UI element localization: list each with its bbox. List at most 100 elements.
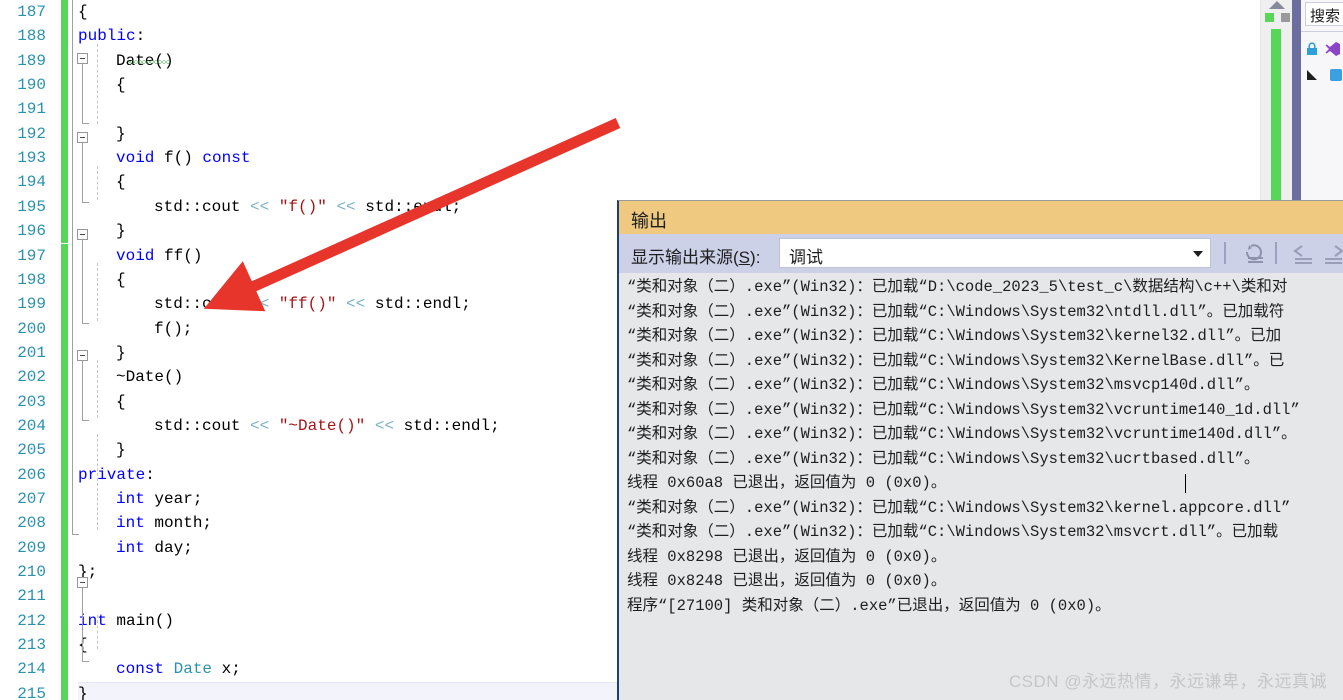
code-token: { — [78, 3, 88, 21]
output-toolbar[interactable]: 显示输出来源(S): 调试 — [619, 234, 1343, 273]
code-token: const — [202, 149, 251, 168]
indent-guide — [97, 166, 98, 200]
info-icon — [1330, 68, 1343, 81]
output-source-label-colon: : — [755, 248, 761, 267]
line-number: 213 — [17, 636, 46, 655]
code-line[interactable]: 194 { — [0, 170, 1260, 195]
change-bar — [61, 340, 68, 366]
indent-guide — [97, 44, 98, 124]
collapse-box-202[interactable] — [77, 350, 88, 361]
code-line[interactable]: 188 public: — [0, 24, 1260, 49]
code-token: : — [145, 465, 155, 484]
output-text-area[interactable]: “类和对象（二）.exe”(Win32)：已加载“D:\code_2023_5\… — [619, 273, 1343, 700]
code-text: int month; — [116, 511, 212, 535]
collapse-box-197[interactable] — [77, 229, 88, 240]
code-line[interactable]: 193 void f() const — [0, 146, 1260, 171]
solution-explorer-row[interactable] — [1305, 66, 1343, 88]
output-line: 线程 0x8248 已退出，返回值为 0 (0x0)。 — [627, 572, 947, 590]
code-text: } — [116, 438, 126, 462]
line-number: 197 — [17, 246, 46, 265]
outline-hline — [82, 323, 89, 324]
scroll-up-caret-icon[interactable] — [1269, 1, 1285, 9]
code-token: private — [78, 465, 146, 484]
change-bar — [61, 608, 68, 634]
code-text: } — [78, 682, 88, 700]
code-text: } — [116, 341, 126, 365]
visual-studio-icon — [1325, 41, 1341, 56]
change-bar — [61, 219, 68, 244]
code-token: } — [116, 343, 126, 362]
line-number: 200 — [17, 319, 46, 338]
change-bar — [61, 657, 68, 682]
code-token: << — [250, 197, 270, 216]
warning-squiggle — [128, 60, 170, 64]
scroll-marker-gray — [1281, 13, 1290, 22]
chevron-down-icon[interactable] — [1193, 251, 1203, 257]
line-number: 202 — [17, 368, 46, 387]
output-panel[interactable]: 输出 显示输出来源(S): 调试 “类和对象（二）.exe”(Win32)：已加… — [617, 200, 1343, 700]
line-number: 191 — [17, 100, 46, 119]
output-line: 程序“[27100] 类和对象（二）.exe”已退出，返回值为 0 (0x0)。 — [627, 596, 1111, 615]
code-line[interactable]: 190 { — [0, 73, 1260, 98]
code-line[interactable]: 189Date() — [0, 48, 1260, 74]
output-line: “类和对象（二）.exe”(Win32)：已加载“C:\Windows\Syst… — [627, 400, 1300, 419]
toolbar-separator — [1224, 242, 1226, 264]
change-bar — [61, 560, 68, 585]
code-line[interactable]: 187 { — [0, 0, 1260, 25]
code-token: public — [78, 27, 136, 46]
change-bar — [61, 48, 68, 74]
text-cursor — [1185, 474, 1186, 493]
code-line[interactable]: 192} — [0, 121, 1260, 147]
code-token: std::cout — [154, 416, 251, 435]
code-text: { — [116, 268, 126, 292]
csdn-watermark: CSDN @永远热情，永远谦卑，永远真诚 — [1008, 672, 1327, 691]
code-token: "ff()" — [278, 295, 337, 314]
indent-guide — [97, 360, 98, 418]
outline-vline — [82, 588, 83, 661]
outline-hline — [82, 420, 89, 421]
change-bar — [61, 633, 68, 658]
output-line: “类和对象（二）.exe”(Win32)：已加载“C:\Windows\Syst… — [627, 376, 1260, 394]
change-bar — [61, 146, 68, 171]
code-text: { — [116, 170, 126, 194]
go-to-next-message-icon[interactable] — [1321, 242, 1343, 266]
change-bar — [61, 316, 68, 341]
collapse-box-193[interactable] — [77, 132, 88, 143]
code-token: month; — [144, 514, 213, 533]
toolbar-separator — [1275, 242, 1277, 264]
code-token: Date — [173, 660, 213, 679]
line-number: 207 — [17, 490, 46, 508]
change-bar — [61, 121, 68, 147]
code-text: } — [116, 219, 126, 243]
line-number: 214 — [17, 660, 46, 679]
output-source-value: 调试 — [789, 248, 823, 267]
line-number: 208 — [17, 514, 46, 533]
code-text: private: — [78, 463, 155, 487]
clear-output-icon[interactable] — [1243, 242, 1269, 266]
line-number: 203 — [17, 392, 46, 411]
solution-explorer-row[interactable] — [1305, 40, 1343, 62]
search-input[interactable]: 搜索 — [1305, 2, 1343, 26]
code-token: << — [336, 197, 356, 216]
change-bar — [61, 97, 68, 122]
code-token: } — [116, 124, 126, 143]
expander-triangle-icon[interactable] — [1305, 68, 1319, 82]
collapse-box-189[interactable] — [77, 53, 88, 64]
output-source-combobox[interactable]: 调试 — [779, 238, 1211, 268]
output-line: “类和对象（二）.exe”(Win32)：已加载“C:\Windows\Syst… — [627, 449, 1260, 468]
code-text: { — [78, 0, 88, 24]
code-token: ff() — [154, 246, 203, 265]
code-token: << — [250, 416, 270, 435]
code-line[interactable]: 191 — [0, 97, 1260, 122]
code-text: { — [116, 390, 126, 414]
go-to-previous-message-icon[interactable] — [1291, 242, 1317, 266]
change-bar — [61, 170, 68, 195]
code-text: int day; — [116, 536, 193, 560]
collapse-box-212[interactable] — [77, 577, 88, 588]
code-token: std::cout — [154, 295, 251, 314]
code-token: } — [116, 222, 126, 241]
line-number: 193 — [17, 149, 46, 168]
code-token: void — [116, 149, 155, 168]
scroll-marker-green — [1265, 13, 1274, 22]
